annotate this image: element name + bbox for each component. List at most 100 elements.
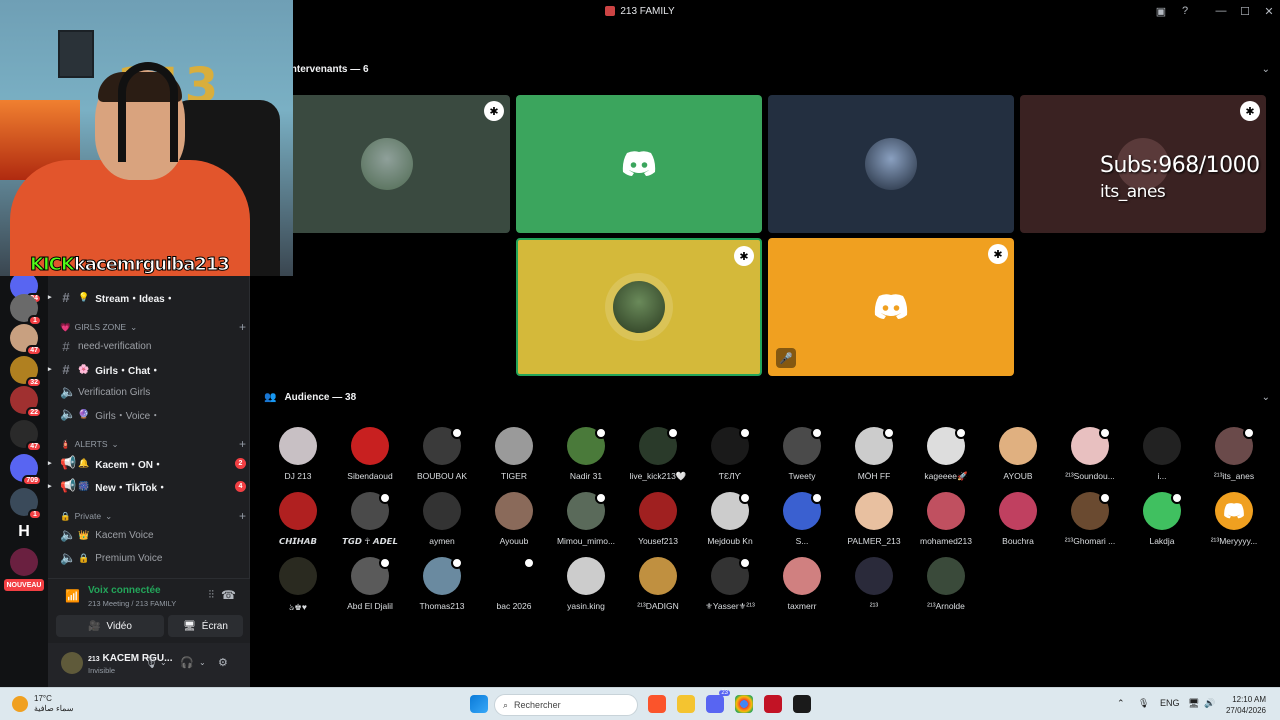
disconnect-icon[interactable]: ☎ (221, 588, 236, 602)
speaker-tile-speaking[interactable]: ✱ (516, 238, 762, 376)
video-button[interactable]: 🎥 Vidéo (56, 615, 164, 637)
audience-member[interactable]: ²¹³Ghomari ... (1054, 492, 1126, 554)
microphone-icon[interactable]: 🎙 (1138, 698, 1149, 709)
audience-member[interactable]: PALMER_213 (838, 492, 910, 554)
acrobat-icon[interactable] (764, 695, 782, 713)
channel-new-tiktok[interactable]: ▸ 📢 🎆 New・TikTok・ 4 (48, 477, 246, 495)
brave-icon[interactable] (648, 695, 666, 713)
server-icon-3[interactable]: 47 (10, 324, 42, 356)
game-app-icon[interactable] (793, 695, 811, 713)
audience-member[interactable]: Thomas213 (406, 557, 478, 619)
chrome-icon[interactable] (735, 695, 753, 713)
add-channel-icon[interactable]: + (239, 437, 246, 451)
soundboard-icon[interactable]: ⫶⫶ (209, 589, 215, 602)
speaker-tile[interactable] (516, 95, 762, 233)
audience-member[interactable]: mohamed213 (910, 492, 982, 554)
audience-member[interactable]: TIGER (478, 427, 550, 489)
audience-member[interactable]: AYOUB (982, 427, 1054, 489)
channel-girls-chat[interactable]: ▸ # 🌸 Girls・Chat・ (48, 360, 246, 378)
weather-widget[interactable]: 17°C سماء صافية (12, 694, 74, 714)
voice-status[interactable]: Voix connectée (88, 585, 161, 596)
chevron-down-icon[interactable]: ⌄ (199, 658, 206, 667)
volume-icon[interactable]: 🔊 (1204, 698, 1215, 709)
audience-member[interactable]: Ayouub (478, 492, 550, 554)
chevron-down-icon[interactable]: ⌄ (1262, 64, 1270, 75)
channel-kacem-voice[interactable]: 🔈 👑 Kacem Voice (60, 526, 246, 544)
audience-member[interactable]: Lakdja (1126, 492, 1198, 554)
audience-member[interactable]: Yousef213 (622, 492, 694, 554)
audience-member[interactable]: kageeee🚀 (910, 427, 982, 489)
folder-icon[interactable] (677, 695, 695, 713)
inbox-icon[interactable]: ▣ (1148, 0, 1174, 22)
audience-member[interactable]: live_kick213🤍 (622, 427, 694, 489)
voice-location[interactable]: 213 Meeting / 213 FAMILY (88, 599, 176, 608)
audience-member[interactable]: Tweety (766, 427, 838, 489)
search-box[interactable]: ⌕ Rechercher (494, 694, 638, 716)
audience-member[interactable]: bac 2026 (478, 557, 550, 619)
server-icon-7[interactable]: 709 (10, 454, 42, 486)
start-icon[interactable] (470, 695, 488, 713)
server-icon-8[interactable]: 1 (10, 488, 42, 520)
audience-member[interactable]: aymen (406, 492, 478, 554)
audience-member[interactable]: taxmerr (766, 557, 838, 619)
headphones-icon[interactable]: 🎧 (180, 656, 194, 669)
channel-kacem-on[interactable]: ▸ 📢 🔔 Kacem・ON・ 2 (48, 454, 246, 472)
audience-member[interactable]: BOUBOU AK (406, 427, 478, 489)
audience-member[interactable]: ⚜Yasser⚜²¹³ (694, 557, 766, 619)
help-icon[interactable]: ? (1172, 0, 1198, 22)
minimize-button[interactable]: — (1208, 0, 1234, 22)
chevron-up-icon[interactable]: ⌃ (1117, 698, 1125, 709)
network-icon[interactable]: 🖥 (1188, 698, 1199, 709)
clock[interactable]: 12:10 AM 27/04/2026 (1226, 694, 1266, 716)
chevron-down-icon[interactable]: ⌄ (160, 658, 167, 667)
avatar[interactable] (61, 652, 83, 674)
discord-icon[interactable]: 23 (706, 690, 730, 713)
speaker-tile[interactable]: ✱ (264, 95, 510, 233)
category-girls-zone[interactable]: 💗 GIRLS ZONE ⌄ + (60, 320, 246, 334)
audience-member[interactable]: ƬƐЛƳ (694, 427, 766, 489)
server-icon-9[interactable] (10, 548, 38, 576)
server-icon-4[interactable]: 32 (10, 356, 42, 388)
audience-member[interactable]: Mejdoub Kn (694, 492, 766, 554)
audience-member[interactable]: DJ 213 (262, 427, 334, 489)
channel-girls-voice[interactable]: 🔈 🔮 Girls・Voice・ (60, 405, 246, 423)
server-icon-2[interactable]: 1 (10, 294, 42, 326)
channel-premium-voice[interactable]: 🔈 🔒 Premium Voice (60, 549, 246, 567)
microphone-icon[interactable]: 🎙 (144, 656, 158, 669)
chevron-down-icon[interactable]: ⌄ (1262, 392, 1270, 403)
audience-member[interactable]: Bouchra (982, 492, 1054, 554)
audience-member[interactable]: ²¹³its_anes (1198, 427, 1270, 489)
audience-member[interactable]: yasin.king (550, 557, 622, 619)
close-button[interactable]: ✕ (1256, 0, 1280, 22)
channel-need-verification[interactable]: # need-verification (60, 337, 246, 355)
add-channel-icon[interactable]: + (239, 320, 246, 334)
audience-member[interactable]: 𝙏𝙂𝘿 ☥ 𝘼𝘿𝙀𝙇 (334, 492, 406, 554)
audience-member[interactable]: ²¹³Arnolde (910, 557, 982, 619)
gear-icon[interactable]: ⚙ (218, 656, 228, 669)
channel-stream-ideas[interactable]: ▸ # 💡 Stream・Ideas・ (48, 288, 246, 306)
audience-member[interactable]: Sibendaoud (334, 427, 406, 489)
category-alerts[interactable]: 🧯 ALERTS ⌄ + (60, 437, 246, 451)
audience-member[interactable]: MÖH FF (838, 427, 910, 489)
screen-share-button[interactable]: 🖥 Écran (168, 615, 243, 637)
audience-member[interactable]: ঌ♚♥ (262, 557, 334, 619)
audience-member[interactable]: ²¹³ (838, 557, 910, 619)
add-channel-icon[interactable]: + (239, 509, 246, 523)
language-indicator[interactable]: ENG (1160, 698, 1180, 708)
audience-member[interactable]: Nadir 31 (550, 427, 622, 489)
server-icon-5[interactable]: 22 (10, 386, 42, 418)
audience-member[interactable]: Abd El Djalil (334, 557, 406, 619)
category-private[interactable]: 🔒 Private ⌄ + (60, 509, 246, 523)
speaker-tile[interactable]: ✱ Subs:968/1000 its_anes (1020, 95, 1266, 233)
audience-member[interactable]: S... (766, 492, 838, 554)
server-icon-h[interactable]: H (10, 518, 38, 546)
audience-member[interactable]: i... (1126, 427, 1198, 489)
server-icon-6[interactable]: 47 (10, 420, 42, 452)
signal-icon[interactable]: 📶 (65, 589, 81, 605)
audience-member[interactable]: 𝘾𝙃𝙄𝙃𝘼𝘽 (262, 492, 334, 554)
maximize-button[interactable]: ☐ (1232, 0, 1258, 22)
speaker-tile[interactable]: ✱ 🎤 (768, 238, 1014, 376)
audience-member[interactable]: ²¹³Meryyyy... (1198, 492, 1270, 554)
audience-member[interactable]: Mimou_mimo... (550, 492, 622, 554)
channel-verification-girls[interactable]: 🔈 Verification Girls (60, 383, 246, 401)
